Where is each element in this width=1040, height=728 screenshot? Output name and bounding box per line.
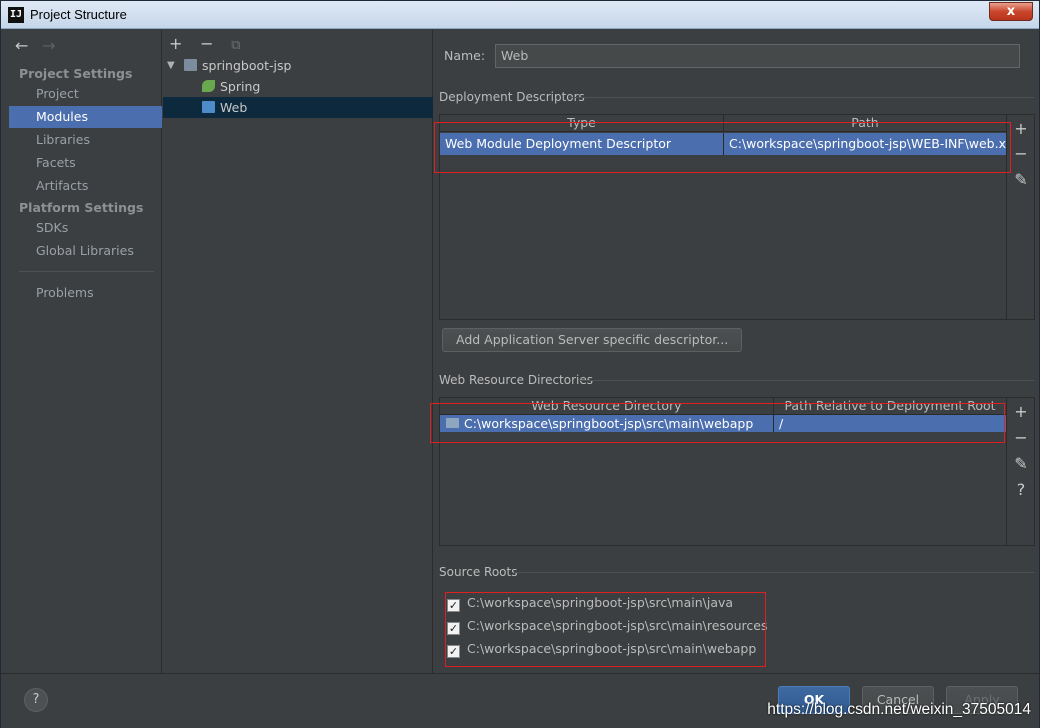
tree-node-label: Web [220,100,248,115]
highlight-annotation [434,122,1011,173]
title-bar: IJ Project Structure x [1,1,1039,29]
nav-item-problems[interactable]: Problems [9,282,162,304]
add-resource-icon[interactable]: + [1007,402,1035,421]
edit-resource-icon[interactable]: ✎ [1007,454,1035,473]
settings-nav: ← → Project Settings Project Modules Lib… [9,30,162,673]
web-facet-icon [202,101,215,113]
nav-arrows: ← → [15,36,64,55]
spring-leaf-icon [202,80,215,92]
nav-item-modules[interactable]: Modules [9,106,162,128]
nav-item-libraries[interactable]: Libraries [9,129,162,151]
remove-resource-icon[interactable]: − [1007,428,1035,447]
group-divider [579,380,1034,381]
intellij-app-icon: IJ [8,7,24,23]
highlight-annotation [430,403,1005,443]
remove-icon[interactable]: − [200,34,226,53]
copy-icon[interactable]: ⧉ [231,38,257,53]
deployment-descriptors-title: Deployment Descriptors [439,90,585,104]
dialog-button-bar: ? OK Cancel Apply https://blog.csdn.net/… [1,673,1039,728]
tree-node-spring[interactable]: Spring [163,76,433,97]
add-descriptor-icon[interactable]: + [1007,119,1035,138]
add-icon[interactable]: + [169,34,195,53]
tree-node-label: Spring [220,79,261,94]
nav-item-sdks[interactable]: SDKs [9,217,162,239]
forward-arrow-icon[interactable]: → [42,36,64,55]
expand-arrow-icon[interactable]: ▼ [167,55,175,76]
name-label: Name: [444,48,486,63]
source-roots-title: Source Roots [439,565,518,579]
platform-settings-header: Platform Settings [19,200,144,215]
project-structure-window: IJ Project Structure x ← → Project Setti… [0,0,1040,728]
add-server-descriptor-button[interactable]: Add Application Server specific descript… [442,328,743,352]
watermark-text: https://blog.csdn.net/weixin_37505014 [767,701,1031,718]
module-folder-icon [184,59,197,71]
name-field[interactable]: Web [495,44,1020,68]
group-divider [514,572,1034,573]
descriptor-side-toolbar: + − ✎ [1007,114,1035,320]
nav-item-artifacts[interactable]: Artifacts [9,175,162,197]
help-resource-icon[interactable]: ? [1007,480,1035,499]
nav-item-global-libraries[interactable]: Global Libraries [9,240,162,262]
window-title: Project Structure [30,7,127,22]
tree-node-label: springboot-jsp [202,58,292,73]
highlight-annotation [445,592,766,667]
nav-item-facets[interactable]: Facets [9,152,162,174]
back-arrow-icon[interactable]: ← [15,36,37,55]
nav-divider [19,271,154,272]
facet-settings: Name: Web Deployment Descriptors Type Pa… [430,30,1039,673]
edit-descriptor-icon[interactable]: ✎ [1007,170,1035,189]
nav-item-project[interactable]: Project [9,83,162,105]
tree-node-springboot-jsp[interactable]: ▼ springboot-jsp [163,55,433,76]
window-close-button[interactable]: x [989,2,1033,21]
resource-side-toolbar: + − ✎ ? [1007,397,1035,546]
module-tree-panel: + − ⧉ ▼ springboot-jsp Spring Web [163,30,433,673]
project-settings-header: Project Settings [19,66,133,81]
group-divider [569,97,1034,98]
web-resource-directories-title: Web Resource Directories [439,373,593,387]
tree-node-web[interactable]: Web [163,97,433,118]
tree-toolbar: + − ⧉ [169,34,257,53]
help-button[interactable]: ? [24,688,48,712]
remove-descriptor-icon[interactable]: − [1007,144,1035,163]
